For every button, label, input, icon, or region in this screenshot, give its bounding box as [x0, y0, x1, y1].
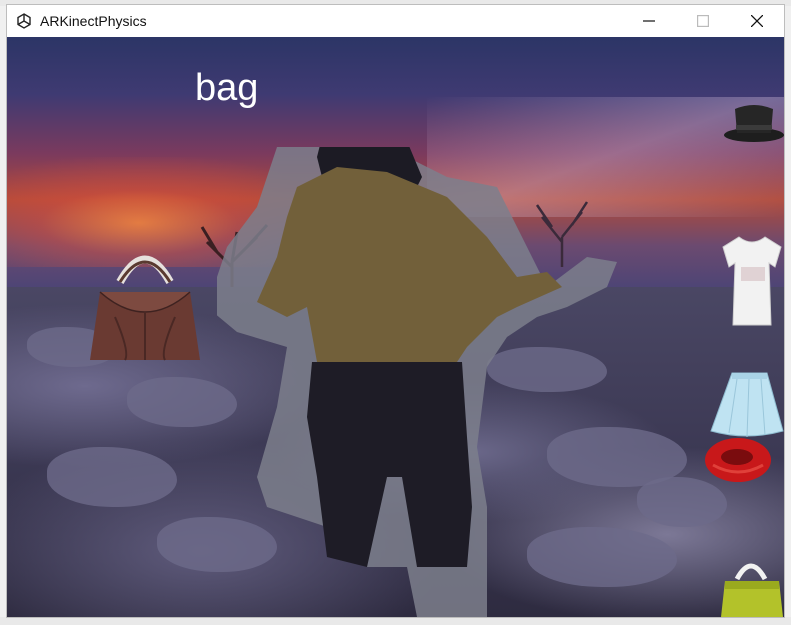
minimize-icon — [643, 20, 655, 22]
background-strip-bottom — [0, 617, 791, 625]
brown-handbag-item[interactable] — [85, 242, 205, 367]
unity-app-icon — [14, 11, 34, 31]
app-window: ARKinectPhysics bag — [6, 4, 785, 618]
kinect-ar-viewport[interactable]: bag — [7, 37, 784, 617]
close-icon — [751, 15, 763, 27]
blue-skirt-item[interactable] — [707, 369, 784, 439]
red-scarf-item[interactable] — [703, 435, 773, 485]
maximize-icon — [697, 15, 709, 27]
window-controls — [622, 5, 784, 37]
top-hat-item[interactable] — [723, 101, 784, 143]
maximize-button[interactable] — [676, 5, 730, 37]
tracked-user-silhouette — [217, 147, 617, 617]
title-bar[interactable]: ARKinectPhysics — [7, 5, 784, 37]
minimize-button[interactable] — [622, 5, 676, 37]
close-button[interactable] — [730, 5, 784, 37]
window-title: ARKinectPhysics — [40, 13, 147, 29]
white-tshirt-item[interactable] — [721, 233, 783, 327]
selected-item-label: bag — [195, 67, 259, 109]
yellow-handbag-item[interactable] — [719, 557, 784, 617]
